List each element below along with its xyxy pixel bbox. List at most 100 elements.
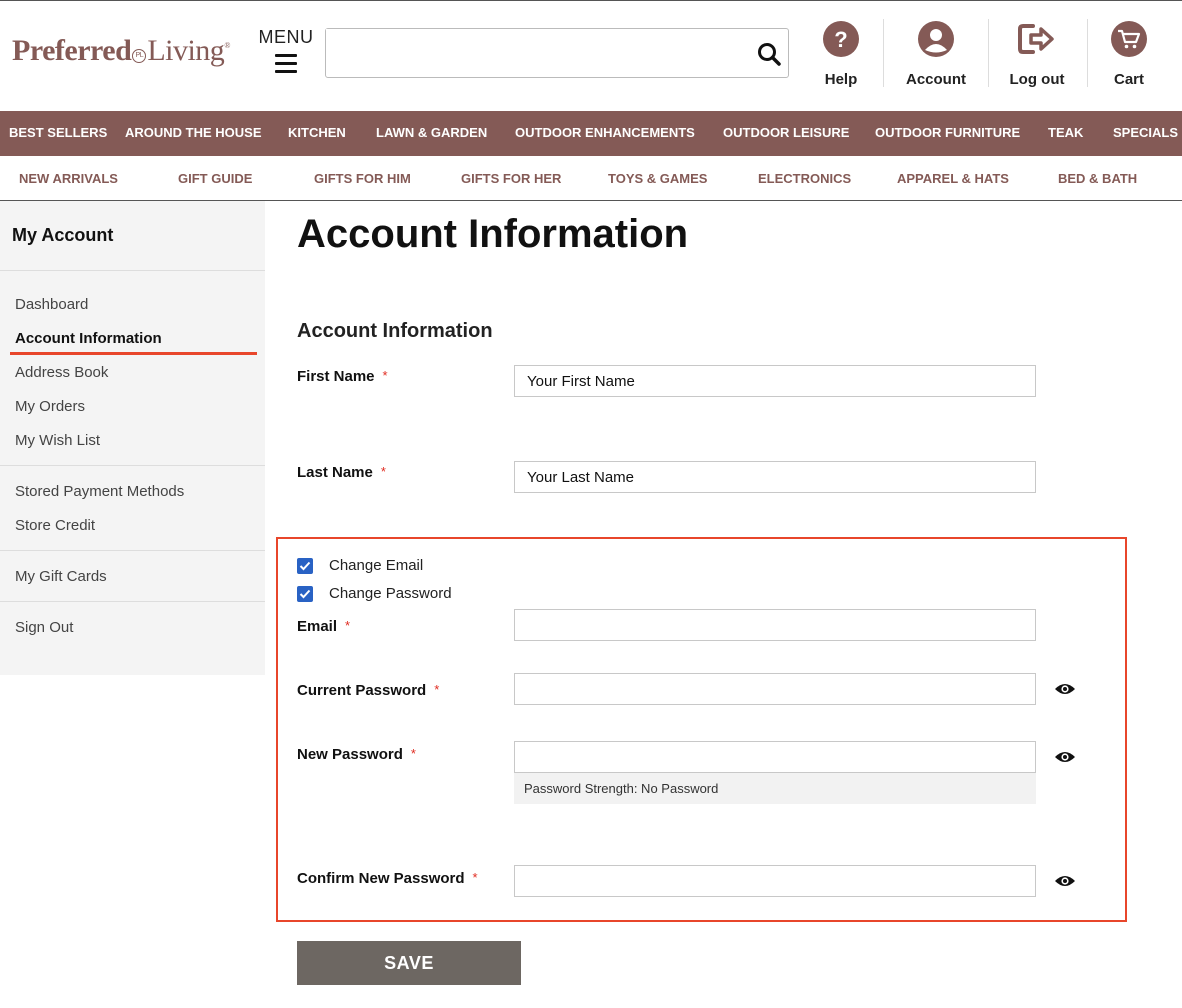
show-confirm-password-eye-icon[interactable] [1054, 874, 1076, 888]
section-title: Account Information [297, 320, 493, 342]
required-mark: * [345, 618, 351, 633]
current-password-label: Current Password * [297, 682, 439, 699]
sidebar-item-dashboard[interactable]: Dashboard [15, 296, 88, 313]
last-name-label-text: Last Name [297, 464, 373, 481]
nav-bed-bath[interactable]: BED & BATH [1058, 171, 1137, 186]
header-divider [883, 19, 884, 87]
sidebar-item-my-orders[interactable]: My Orders [15, 398, 85, 415]
new-password-label-text: New Password [297, 746, 403, 763]
cart-button[interactable]: Cart [1106, 21, 1152, 88]
email-label: Email * [297, 618, 350, 635]
primary-nav: BEST SELLERS AROUND THE HOUSE KITCHEN LA… [0, 111, 1182, 156]
sidebar-divider [0, 550, 265, 551]
nav-outdoor-furniture[interactable]: OUTDOOR FURNITURE [875, 125, 1020, 140]
sidebar-item-my-wish-list[interactable]: My Wish List [15, 432, 100, 449]
page-title: Account Information [297, 212, 689, 256]
account-sidebar: My Account Dashboard Account Information… [0, 201, 265, 675]
new-password-input[interactable] [514, 741, 1036, 773]
nav-electronics[interactable]: ELECTRONICS [758, 171, 851, 186]
sidebar-item-account-information[interactable]: Account Information [15, 330, 162, 347]
new-password-label: New Password * [297, 746, 416, 763]
menu-button[interactable]: MENU [258, 27, 314, 78]
password-strength-meter: Password Strength: No Password [514, 773, 1036, 804]
help-label: Help [824, 71, 858, 88]
logo-text-bold: Preferred [12, 34, 132, 67]
logout-icon [1017, 21, 1057, 57]
user-icon [918, 21, 954, 57]
sidebar-divider [0, 465, 265, 466]
nav-gifts-for-her[interactable]: GIFTS FOR HER [461, 171, 561, 186]
svg-text:?: ? [834, 27, 847, 51]
site-logo[interactable]: Preferred PL Living ® [12, 31, 230, 71]
confirm-password-label-text: Confirm New Password [297, 870, 465, 887]
logout-button[interactable]: Log out [1006, 21, 1068, 88]
required-mark: * [472, 870, 478, 885]
sidebar-item-store-credit[interactable]: Store Credit [15, 517, 95, 534]
required-mark: * [434, 682, 440, 697]
first-name-label: First Name * [297, 368, 388, 385]
nav-new-arrivals[interactable]: NEW ARRIVALS [19, 171, 118, 186]
logo-monogram: PL [132, 49, 147, 63]
checkmark-icon [297, 557, 313, 574]
hamburger-icon [275, 54, 297, 73]
secondary-nav: NEW ARRIVALS GIFT GUIDE GIFTS FOR HIM GI… [0, 156, 1182, 201]
nav-toys-games[interactable]: TOYS & GAMES [608, 171, 707, 186]
nav-outdoor-leisure[interactable]: OUTDOOR LEISURE [723, 125, 849, 140]
sidebar-item-address-book[interactable]: Address Book [15, 364, 108, 381]
nav-gift-guide[interactable]: GIFT GUIDE [178, 171, 252, 186]
sidebar-title: My Account [12, 225, 114, 245]
site-header: Preferred PL Living ® MENU ? Help Accoun… [0, 0, 1182, 111]
sidebar-divider [0, 270, 265, 271]
required-mark: * [380, 464, 386, 479]
logo-registered-mark: ® [224, 40, 230, 50]
sidebar-item-my-gift-cards[interactable]: My Gift Cards [15, 568, 107, 585]
account-label: Account [906, 71, 966, 88]
help-button[interactable]: ? Help [815, 21, 867, 88]
nav-kitchen[interactable]: KITCHEN [288, 125, 346, 140]
last-name-label: Last Name * [297, 464, 386, 481]
sidebar-item-stored-payment-methods[interactable]: Stored Payment Methods [15, 483, 184, 500]
header-divider [988, 19, 989, 87]
nav-gifts-for-him[interactable]: GIFTS FOR HIM [314, 171, 411, 186]
nav-around-the-house[interactable]: AROUND THE HOUSE [125, 125, 262, 140]
help-icon: ? [823, 21, 859, 57]
active-item-underline [10, 352, 257, 355]
nav-teak[interactable]: TEAK [1048, 125, 1083, 140]
search-icon[interactable] [756, 41, 782, 67]
email-input[interactable] [514, 609, 1036, 641]
change-password-label: Change Password [329, 585, 452, 602]
nav-specials[interactable]: SPECIALS [1113, 125, 1178, 140]
cart-icon [1111, 21, 1147, 57]
header-divider [1087, 19, 1088, 87]
logo-text: Living [147, 34, 225, 67]
account-button[interactable]: Account [900, 21, 972, 88]
menu-label: MENU [258, 27, 314, 47]
show-current-password-eye-icon[interactable] [1054, 682, 1076, 696]
logout-label: Log out [1009, 71, 1065, 88]
nav-best-sellers[interactable]: BEST SELLERS [9, 125, 107, 140]
sidebar-item-sign-out[interactable]: Sign Out [15, 619, 73, 636]
first-name-input[interactable] [514, 365, 1036, 397]
change-password-checkbox[interactable]: Change Password [297, 585, 452, 602]
change-email-checkbox[interactable]: Change Email [297, 557, 423, 574]
checkmark-icon [297, 585, 313, 602]
email-label-text: Email [297, 618, 338, 635]
search-box [325, 28, 789, 78]
nav-apparel-hats[interactable]: APPAREL & HATS [897, 171, 1009, 186]
current-password-input[interactable] [514, 673, 1036, 705]
save-button[interactable]: SAVE [297, 941, 521, 985]
show-new-password-eye-icon[interactable] [1054, 750, 1076, 764]
required-mark: * [382, 368, 388, 383]
cart-label: Cart [1113, 71, 1144, 88]
confirm-password-label: Confirm New Password * [297, 870, 478, 887]
confirm-password-input[interactable] [514, 865, 1036, 897]
first-name-label-text: First Name [297, 368, 375, 385]
nav-outdoor-enhancements[interactable]: OUTDOOR ENHANCEMENTS [515, 125, 695, 140]
current-password-label-text: Current Password [297, 682, 427, 699]
change-email-label: Change Email [329, 557, 424, 574]
required-mark: * [410, 746, 416, 761]
search-input[interactable] [326, 29, 746, 75]
sidebar-divider [0, 601, 265, 602]
nav-lawn-garden[interactable]: LAWN & GARDEN [376, 125, 487, 140]
last-name-input[interactable] [514, 461, 1036, 493]
